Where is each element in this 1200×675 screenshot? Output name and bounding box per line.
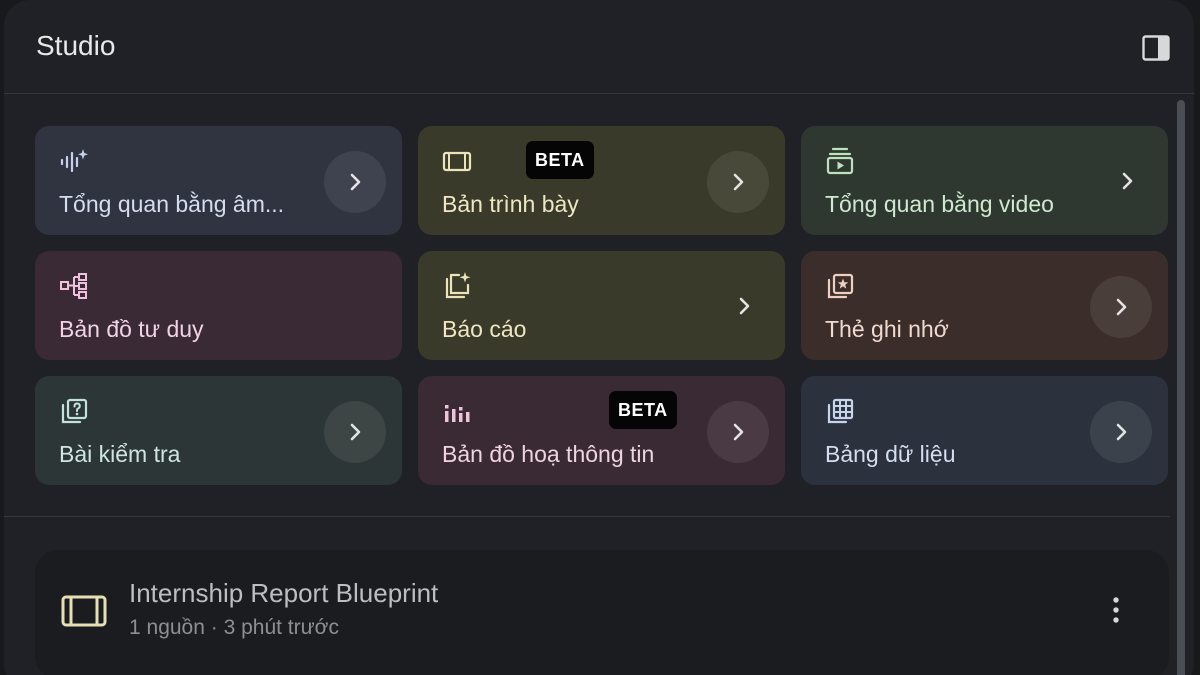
open-flashcards-button[interactable] (1090, 276, 1152, 338)
card-label: Bản đồ hoạ thông tin (442, 441, 655, 467)
chevron-right-icon (733, 173, 744, 191)
card-label: Bài kiểm tra (59, 441, 181, 467)
collapse-panel-button[interactable] (1140, 32, 1172, 64)
card-data-table[interactable]: Bảng dữ liệu (801, 376, 1168, 485)
chevron-right-icon (350, 423, 361, 441)
chevron-right-icon (739, 297, 750, 315)
open-infographic-button[interactable] (707, 401, 769, 463)
chevron-right-icon (350, 173, 361, 191)
card-presentation[interactable]: BETA Bản trình bày (418, 126, 785, 235)
card-label: Bảng dữ liệu (825, 441, 956, 467)
open-video-overview-button[interactable] (1112, 166, 1142, 196)
note-meta: 1 nguồn · 3 phút trước (129, 616, 339, 639)
card-quiz[interactable]: Bài kiểm tra (35, 376, 402, 485)
card-mind-map[interactable]: Bản đồ tư duy (35, 251, 402, 360)
studio-tools-grid: Tổng quan bằng âm... BETA Bản trình bày (35, 126, 1168, 485)
panel-header: Studio (4, 0, 1194, 94)
card-infographic[interactable]: BETA Bản đồ hoạ thông tin (418, 376, 785, 485)
infographic-icon (445, 405, 470, 422)
card-label: Tổng quan bằng âm... (59, 191, 285, 217)
open-audio-overview-button[interactable] (324, 151, 386, 213)
card-audio-overview[interactable]: Tổng quan bằng âm... (35, 126, 402, 235)
card-label: Báo cáo (442, 316, 527, 342)
video-play-icon (826, 147, 854, 175)
beta-badge: BETA (526, 141, 594, 179)
report-sparkle-icon (445, 272, 471, 299)
card-report[interactable]: Báo cáo (418, 251, 785, 360)
card-label: Bản trình bày (442, 191, 579, 217)
note-title: Internship Report Blueprint (129, 578, 439, 608)
flashcard-icon (827, 273, 854, 299)
chevron-right-icon (1122, 172, 1133, 190)
card-label: Bản đồ tư duy (59, 316, 204, 342)
studio-panel: Studio Tổng quan bằng âm... BETA Bản trì… (4, 0, 1194, 675)
slides-icon (61, 595, 107, 627)
section-divider (4, 516, 1170, 517)
open-data-table-button[interactable] (1090, 401, 1152, 463)
chevron-right-icon (1116, 423, 1127, 441)
data-table-icon (827, 398, 854, 424)
panel-title: Studio (36, 30, 116, 61)
card-label: Tổng quan bằng video (825, 191, 1054, 217)
slides-icon (442, 151, 472, 172)
beta-badge: BETA (609, 391, 677, 429)
card-video-overview[interactable]: Tổng quan bằng video (801, 126, 1168, 235)
open-quiz-button[interactable] (324, 401, 386, 463)
chevron-right-icon (733, 423, 744, 441)
chevron-right-icon (1116, 298, 1127, 316)
panel-right-icon (1142, 35, 1170, 61)
quiz-icon (61, 398, 88, 424)
open-report-button[interactable] (729, 291, 759, 321)
more-vert-icon (1113, 597, 1119, 623)
open-presentation-button[interactable] (707, 151, 769, 213)
more-options-button[interactable] (1101, 590, 1131, 630)
audio-sparkle-icon (60, 149, 88, 173)
card-label: Thẻ ghi nhớ (825, 316, 949, 342)
card-flashcards[interactable]: Thẻ ghi nhớ (801, 251, 1168, 360)
scrollbar[interactable] (1177, 100, 1185, 675)
generated-note-item[interactable]: Internship Report Blueprint 1 nguồn · 3 … (35, 550, 1169, 675)
mind-map-icon (60, 273, 87, 299)
